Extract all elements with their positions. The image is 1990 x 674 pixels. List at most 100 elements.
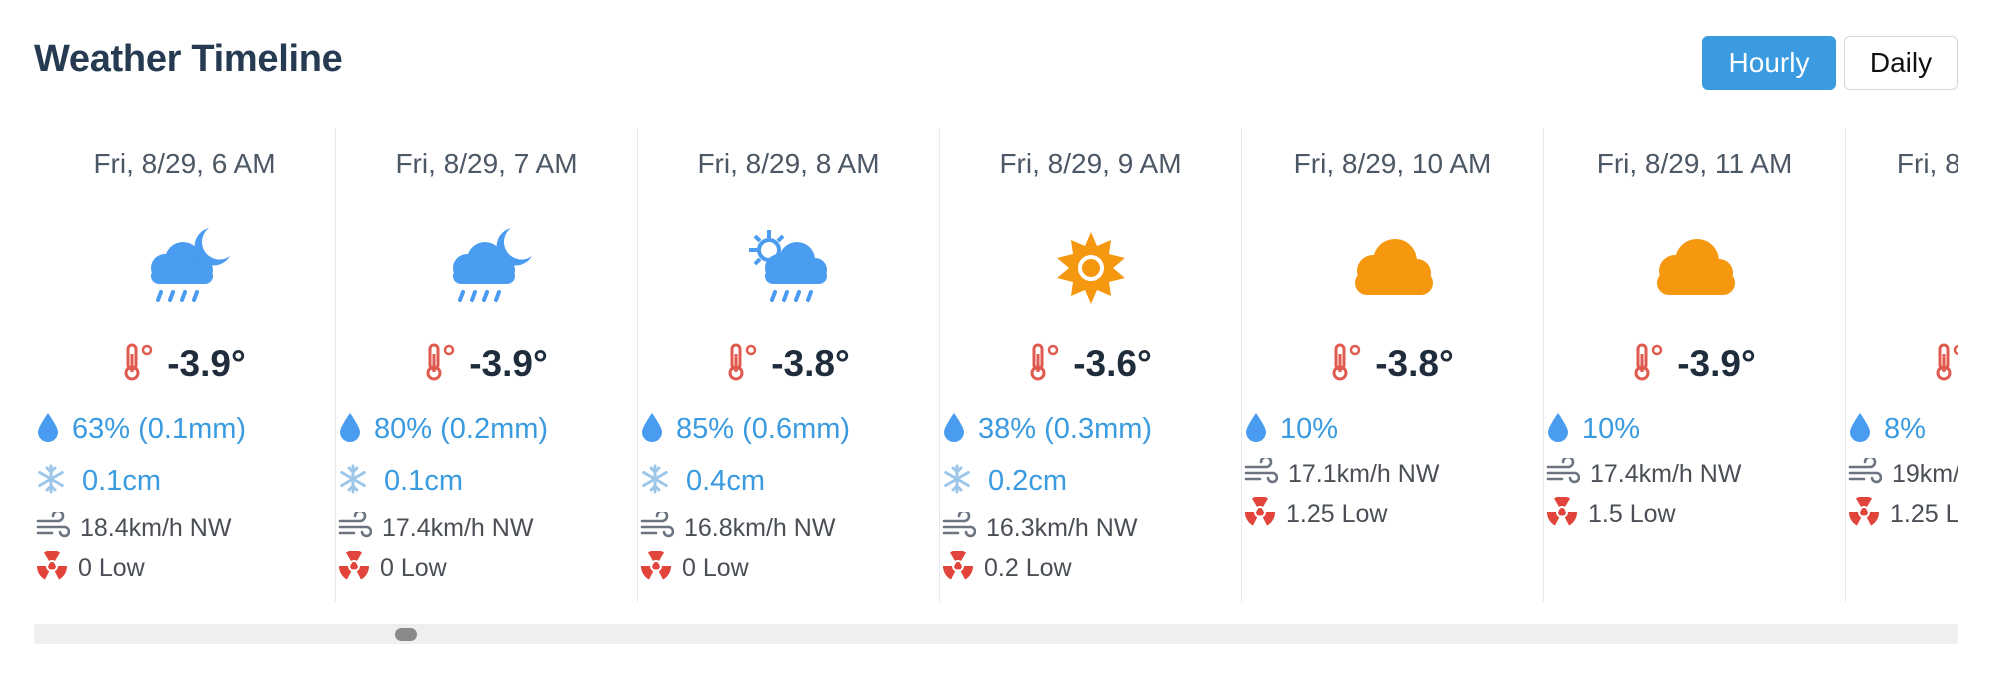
uv-index: 0.2 Low	[942, 548, 1241, 588]
hour-card[interactable]: Fri, 8/29, 10 AM -3.8° 10% 17.1km/h NW 1…	[1242, 128, 1544, 602]
temperature-value: -3.9°	[167, 343, 246, 384]
precipitation: 38% (0.3mm)	[942, 404, 1241, 454]
precipitation-value: 38% (0.3mm)	[978, 412, 1153, 445]
hour-card[interactable]: Fri, 8/29, 12 PM -3.9° 8% 19km/h NW 1.25…	[1846, 128, 1958, 602]
cloud-icon	[1242, 220, 1543, 316]
hourly-button[interactable]: Hourly	[1702, 36, 1836, 90]
droplet-icon	[1848, 411, 1872, 448]
thermometer-icon	[1029, 342, 1063, 387]
rain-night-icon	[34, 220, 335, 316]
wind: 16.8km/h NW	[640, 508, 939, 548]
wind: 18.4km/h NW	[36, 508, 335, 548]
wind: 17.4km/h NW	[1546, 454, 1845, 494]
precipitation-value: 10%	[1582, 412, 1641, 445]
snowfall: 0.1cm	[36, 456, 335, 506]
snowfall: 0.4cm	[640, 456, 939, 506]
snowflake-icon	[36, 464, 66, 499]
uv-index: 0 Low	[36, 548, 335, 588]
snowfall-value: 0.4cm	[686, 464, 765, 497]
wind-icon	[1546, 455, 1581, 491]
temperature-value: -3.9°	[469, 343, 548, 384]
hour-time: Fri, 8/29, 7 AM	[395, 148, 578, 179]
radiation-icon	[1244, 495, 1276, 532]
cloud-icon	[1544, 220, 1845, 316]
droplet-icon	[640, 411, 664, 448]
view-toggle: Hourly Daily	[1702, 36, 1958, 90]
hour-time: Fri, 8/29, 8 AM	[697, 148, 880, 179]
temperature: -3.8°	[638, 338, 939, 390]
uv-index: 0 Low	[640, 548, 939, 588]
temperature-value: -3.8°	[1375, 343, 1454, 384]
temperature: -3.9°	[1544, 338, 1845, 390]
precipitation: 85% (0.6mm)	[640, 404, 939, 454]
precipitation-value: 8%	[1884, 412, 1926, 445]
radiation-icon	[640, 549, 672, 586]
wind-icon	[338, 509, 373, 545]
rain-sun-icon	[638, 220, 939, 316]
temperature: -3.9°	[34, 338, 335, 390]
uv-value: 1.25 Low	[1286, 499, 1388, 528]
hour-time: Fri, 8/29, 6 AM	[93, 148, 276, 179]
hour-time: Fri, 8/29, 12 PM	[1896, 148, 1958, 179]
thermometer-icon	[1633, 342, 1667, 387]
wind-icon	[942, 509, 977, 545]
temperature: -3.6°	[940, 338, 1241, 390]
wind-value: 17.4km/h NW	[1590, 459, 1742, 488]
snowfall: 0.2cm	[942, 456, 1241, 506]
droplet-icon	[36, 411, 60, 448]
rain-night-icon	[336, 220, 637, 316]
hour-time: Fri, 8/29, 9 AM	[999, 148, 1182, 179]
thermometer-icon	[1935, 342, 1958, 387]
temperature-value: -3.6°	[1073, 343, 1152, 384]
snowfall-value: 0.1cm	[82, 464, 161, 497]
uv-index: 1.5 Low	[1546, 494, 1845, 534]
hour-card[interactable]: Fri, 8/29, 9 AM -3.6° 38% (0.3mm) 0.2cm …	[940, 128, 1242, 602]
hour-card[interactable]: Fri, 8/29, 11 AM -3.9° 10% 17.4km/h NW 1…	[1544, 128, 1846, 602]
wind: 16.3km/h NW	[942, 508, 1241, 548]
snowflake-icon	[640, 464, 670, 499]
wind-value: 18.4km/h NW	[80, 513, 232, 542]
timeline-viewport[interactable]: Fri, 8/29, 6 AM -3.9° 63% (0.1mm) 0.1cm …	[34, 128, 1958, 602]
precipitation: 63% (0.1mm)	[36, 404, 335, 454]
snowfall-value: 0.1cm	[384, 464, 463, 497]
thermometer-icon	[123, 342, 157, 387]
radiation-icon	[1546, 495, 1578, 532]
wind-icon	[1244, 455, 1279, 491]
radiation-icon	[338, 549, 370, 586]
thermometer-icon	[425, 342, 459, 387]
hour-time: Fri, 8/29, 10 AM	[1293, 148, 1492, 179]
temperature-value: -3.8°	[771, 343, 850, 384]
uv-value: 1.5 Low	[1588, 499, 1676, 528]
wind-value: 16.3km/h NW	[986, 513, 1138, 542]
droplet-icon	[1546, 411, 1570, 448]
snowflake-icon	[942, 464, 972, 499]
wind-value: 17.1km/h NW	[1288, 459, 1440, 488]
daily-button[interactable]: Daily	[1844, 36, 1958, 90]
temperature: -3.9°	[336, 338, 637, 390]
precipitation: 8%	[1848, 404, 1958, 454]
hour-card[interactable]: Fri, 8/29, 6 AM -3.9° 63% (0.1mm) 0.1cm …	[34, 128, 336, 602]
sun-icon	[940, 220, 1241, 316]
horizontal-scrollbar[interactable]	[34, 624, 1958, 644]
snowflake-icon	[338, 464, 368, 499]
uv-value: 0 Low	[682, 553, 749, 582]
page-title: Weather Timeline	[34, 38, 343, 80]
radiation-icon	[1848, 495, 1880, 532]
wind-value: 17.4km/h NW	[382, 513, 534, 542]
uv-index: 0 Low	[338, 548, 637, 588]
hour-card[interactable]: Fri, 8/29, 8 AM -3.8° 85% (0.6mm) 0.4cm …	[638, 128, 940, 602]
hour-time: Fri, 8/29, 11 AM	[1596, 148, 1793, 179]
thermometer-icon	[727, 342, 761, 387]
hour-card[interactable]: Fri, 8/29, 7 AM -3.9° 80% (0.2mm) 0.1cm …	[336, 128, 638, 602]
scrollbar-thumb[interactable]	[395, 628, 417, 641]
precipitation: 80% (0.2mm)	[338, 404, 637, 454]
wind-value: 19km/h NW	[1892, 459, 1958, 488]
wind: 17.4km/h NW	[338, 508, 637, 548]
precipitation-value: 10%	[1280, 412, 1339, 445]
wind-icon	[36, 509, 71, 545]
uv-index: 1.25 Low	[1848, 494, 1958, 534]
uv-value: 0 Low	[380, 553, 447, 582]
droplet-icon	[1244, 411, 1268, 448]
wind-icon	[1848, 455, 1883, 491]
wind-value: 16.8km/h NW	[684, 513, 836, 542]
